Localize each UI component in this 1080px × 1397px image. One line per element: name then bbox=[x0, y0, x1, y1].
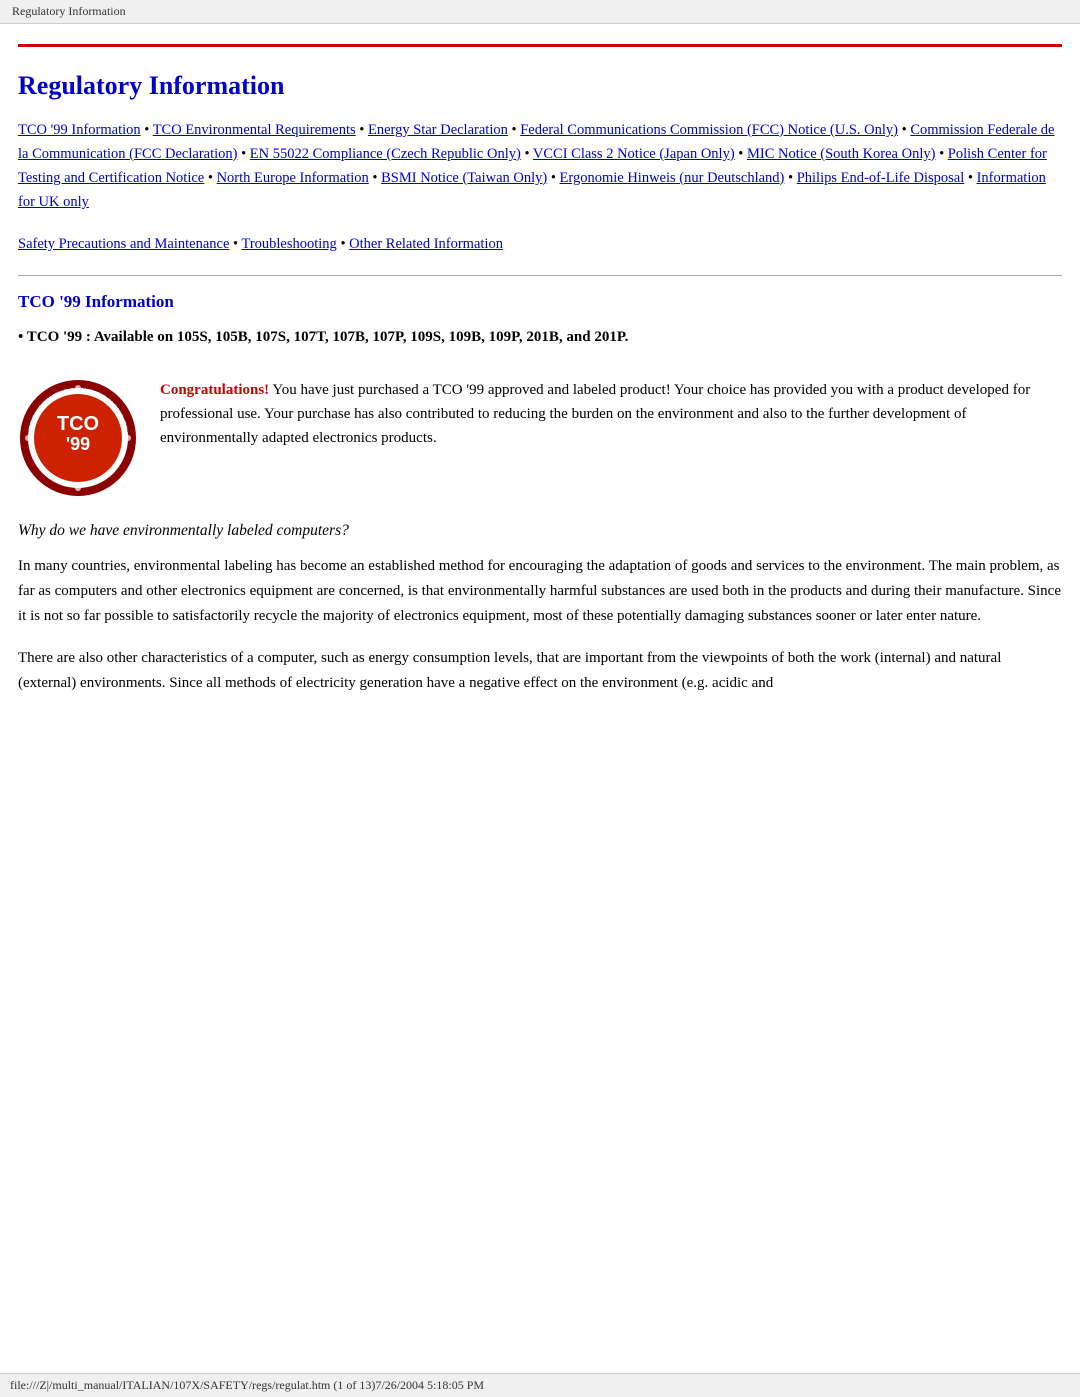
link-tcoenv[interactable]: TCO Environmental Requirements bbox=[153, 122, 356, 138]
svg-text:TCO: TCO bbox=[57, 413, 99, 435]
status-bar: file:///Z|/multi_manual/ITALIAN/107X/SAF… bbox=[0, 1373, 1080, 1397]
tco-description: Congratulations! You have just purchased… bbox=[160, 378, 1062, 450]
tco-models-text: • TCO '99 : Available on 105S, 105B, 107… bbox=[18, 326, 1062, 349]
link-fcc[interactable]: Federal Communications Commission (FCC) … bbox=[520, 122, 898, 138]
tco-section-title: TCO '99 Information bbox=[18, 292, 1062, 312]
browser-tab-label: Regulatory Information bbox=[12, 4, 126, 18]
link-energystar[interactable]: Energy Star Declaration bbox=[368, 122, 508, 138]
link-tco99[interactable]: TCO '99 Information bbox=[18, 122, 141, 138]
link-troubleshooting[interactable]: Troubleshooting bbox=[241, 236, 336, 252]
congrats-text: You have just purchased a TCO '99 approv… bbox=[160, 382, 1030, 446]
main-content: Regulatory Information TCO '99 Informati… bbox=[0, 47, 1080, 724]
italic-heading: Why do we have environmentally labeled c… bbox=[18, 522, 1062, 540]
tco-info-block: TCO '99 ECOLOGY ENERGY EMISSIONS ERGONOM… bbox=[18, 378, 1062, 498]
link-philips[interactable]: Philips End-of-Life Disposal bbox=[797, 170, 965, 186]
link-other[interactable]: Other Related Information bbox=[349, 236, 503, 252]
svg-text:'99: '99 bbox=[66, 434, 90, 454]
body-paragraph-1: In many countries, environmental labelin… bbox=[18, 554, 1062, 628]
link-vcci[interactable]: VCCI Class 2 Notice (Japan Only) bbox=[533, 146, 735, 162]
bottom-gray-divider bbox=[18, 275, 1062, 276]
link-en55022[interactable]: EN 55022 Compliance (Czech Republic Only… bbox=[250, 146, 521, 162]
tco-logo: TCO '99 ECOLOGY ENERGY EMISSIONS ERGONOM… bbox=[18, 378, 138, 498]
link-northeurope[interactable]: North Europe Information bbox=[217, 170, 369, 186]
body-paragraph-2: There are also other characteristics of … bbox=[18, 646, 1062, 696]
nav-links-section: TCO '99 Information • TCO Environmental … bbox=[18, 119, 1062, 215]
page-title: Regulatory Information bbox=[18, 71, 1062, 101]
status-bar-text: file:///Z|/multi_manual/ITALIAN/107X/SAF… bbox=[10, 1378, 484, 1392]
congrats-label: Congratulations! bbox=[160, 382, 269, 398]
link-bsmi[interactable]: BSMI Notice (Taiwan Only) bbox=[381, 170, 547, 186]
bottom-nav-links-section: Safety Precautions and Maintenance • Tro… bbox=[18, 233, 1062, 257]
link-mic[interactable]: MIC Notice (South Korea Only) bbox=[747, 146, 935, 162]
link-safety[interactable]: Safety Precautions and Maintenance bbox=[18, 236, 229, 252]
browser-tab: Regulatory Information bbox=[0, 0, 1080, 24]
link-ergonomie[interactable]: Ergonomie Hinweis (nur Deutschland) bbox=[560, 170, 785, 186]
